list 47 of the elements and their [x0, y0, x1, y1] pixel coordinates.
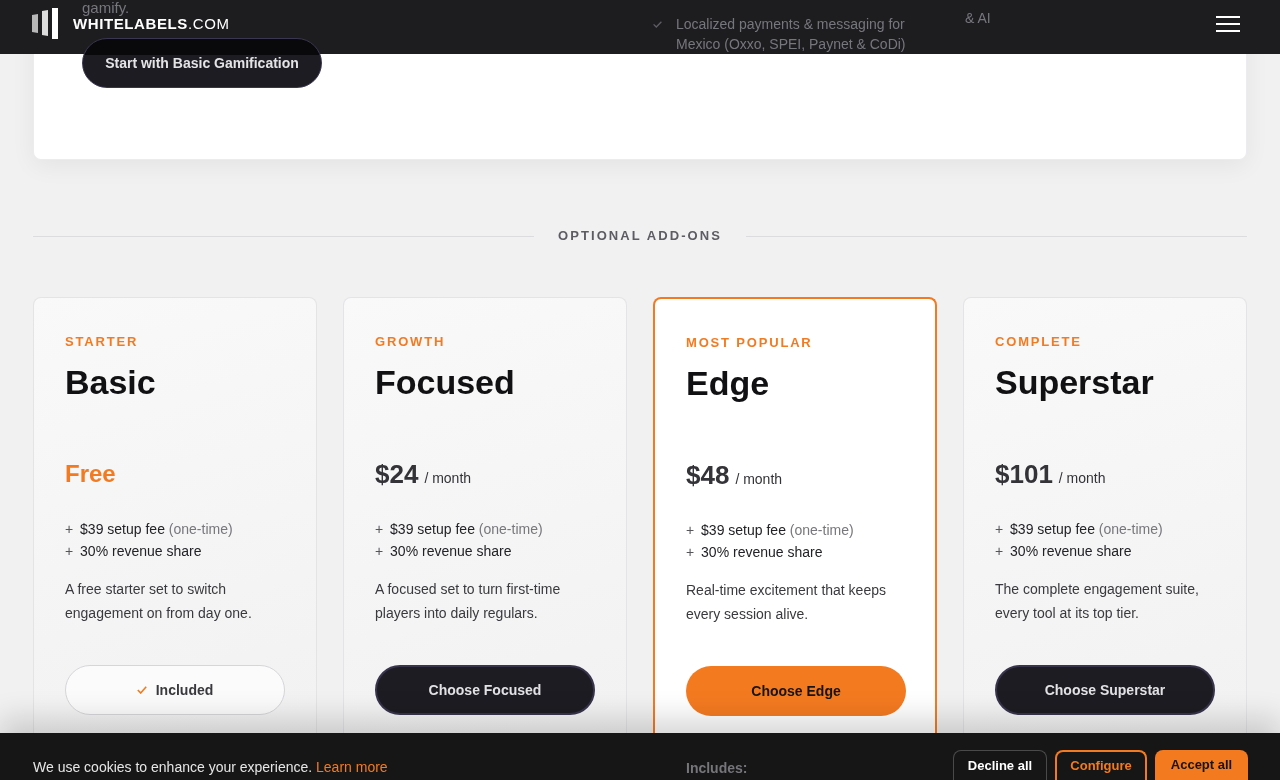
choose-button[interactable]: Choose Edge — [686, 666, 906, 716]
plan-description: The complete engagement suite, every tool at its top tier. — [995, 580, 1200, 623]
price-period: / month — [735, 470, 783, 489]
plan-name: Basic — [65, 362, 156, 402]
price-amount: Free — [65, 459, 116, 489]
tier-label: STARTER — [65, 334, 139, 350]
fee-line: + 30% revenue share — [65, 542, 203, 561]
logo-icon — [32, 8, 59, 40]
price-amount: $24 — [375, 458, 419, 490]
check-icon — [136, 686, 147, 694]
fee-line: + $39 setup fee (one-time) — [65, 520, 233, 539]
learn-more-link[interactable]: Learn more — [316, 759, 388, 775]
start-button[interactable]: Start with Basic Gamification — [82, 38, 322, 88]
tier-label: COMPLETE — [995, 334, 1082, 350]
section-title: OPTIONAL ADD-ONS — [558, 227, 722, 245]
accept-button[interactable]: Accept all — [1155, 750, 1248, 780]
fee-line: + 30% revenue share — [995, 542, 1133, 561]
fee-line: + $39 setup fee (one-time) — [375, 520, 543, 539]
plan-name: Edge — [686, 363, 770, 403]
tier-label: MOST POPULAR — [686, 335, 813, 351]
check-icon — [653, 21, 662, 28]
plan-description: gamify. — [82, 0, 130, 16]
fee-line: + 30% revenue share — [375, 542, 513, 561]
plan-description: A focused set to turn first-time players into daily regulars. — [375, 580, 562, 623]
plan-description: A free starter set to switch engagement on from day one. — [65, 580, 253, 623]
cookie-message: We use cookies to enhance your experience. Learn more — [33, 758, 388, 777]
choose-button[interactable]: Choose Superstar — [995, 665, 1215, 715]
logo-text: WHITELABELS.COM — [73, 15, 230, 34]
fee-line: + 30% revenue share — [686, 543, 824, 562]
fee-line: + $39 setup fee (one-time) — [686, 521, 854, 540]
tier-label: GROWTH — [375, 334, 446, 350]
price-period: / month — [424, 469, 472, 488]
decline-button[interactable]: Decline all — [953, 750, 1047, 780]
price-amount: $48 — [686, 459, 730, 491]
plan-description: Real-time excitement that keeps every session alive. — [686, 581, 887, 624]
fee-line: + $39 setup fee (one-time) — [995, 520, 1163, 539]
included-button[interactable]: Included — [65, 665, 285, 715]
plan-name: Focused — [375, 362, 515, 402]
choose-button[interactable]: Choose Focused — [375, 665, 595, 715]
price-period: / month — [1058, 469, 1106, 488]
plan-name: Superstar — [995, 362, 1154, 402]
menu-icon[interactable] — [1216, 16, 1240, 32]
configure-button[interactable]: Configure — [1055, 750, 1147, 780]
feature-text: Localized payments & messaging for Mexico (Oxxo, SPEI, Paynet & CoDi) — [676, 15, 907, 54]
price-amount: $101 — [995, 458, 1053, 490]
includes-label: Includes: — [686, 759, 748, 778]
support-text: & AI — [965, 10, 991, 26]
